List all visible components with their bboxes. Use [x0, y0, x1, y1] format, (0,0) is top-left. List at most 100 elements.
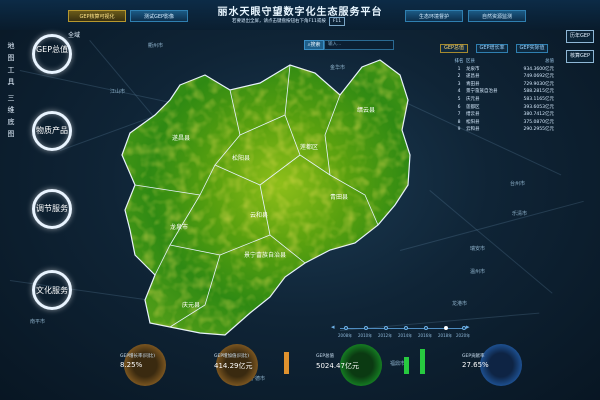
cell-total: 729.9030亿元	[523, 81, 554, 87]
lishui-map[interactable]	[110, 45, 420, 340]
city-label: 乐清市	[512, 211, 528, 217]
ranking-table: 排名 区县 总值 1 龙泉市 934.3600亿元 2 遂昌县 749.0692亿元 3…	[452, 58, 556, 134]
map-label[interactable]: 景宁畲族自治县	[244, 250, 286, 259]
regulating-services-label: 调节服务	[36, 204, 68, 213]
cell-rank: 9	[457, 127, 461, 133]
table-row[interactable]: 4 景宁畲族自治县 588.2815亿元	[452, 88, 556, 96]
history-gep-button[interactable]: 历年GEP	[566, 30, 594, 43]
city-label: 瑞安市	[470, 246, 486, 252]
gep-image-button[interactable]: 测试GEP影像	[130, 10, 188, 22]
map-label[interactable]: 青田县	[330, 192, 348, 201]
map-label[interactable]: 庆元县	[182, 300, 200, 309]
table-row[interactable]: 2 遂昌县 749.0692亿元	[452, 73, 556, 81]
fullscreen-notice: 若要退出全屏，请点击键盘按钮右下角F11或按 F11	[232, 17, 368, 27]
cell-total: 375.0870亿元	[523, 119, 554, 125]
stat-label: GEP增长率(同比)	[120, 354, 156, 359]
timeline-dot[interactable]	[364, 326, 368, 330]
mini-bar-chart-left	[282, 346, 298, 374]
cell-county: 青田县	[466, 81, 480, 87]
table-header: 排名 区县 总值	[452, 58, 556, 66]
notice-text: 若要退出全屏，请点击键盘按钮右下角F11或按	[232, 19, 326, 24]
cultural-services-label: 文化服务	[36, 286, 68, 295]
tab-char: 图	[7, 54, 15, 62]
timeline-next-icon[interactable]: ▸	[466, 323, 470, 331]
city-label: 龙港市	[452, 301, 468, 307]
cell-county: 缙云县	[466, 112, 480, 118]
stat-label: GEP贡献率	[462, 354, 485, 359]
timeline-dot-active[interactable]	[444, 326, 448, 330]
tab-char: 三	[7, 94, 15, 102]
tab-char: 地	[7, 42, 15, 50]
f11-key-button[interactable]: F11	[328, 17, 346, 26]
cell-rank: 7	[457, 112, 461, 118]
timeline-dot[interactable]	[344, 326, 348, 330]
search-input[interactable]: 输入...	[324, 40, 394, 50]
table-row[interactable]: 3 青田县 729.9030亿元	[452, 81, 556, 89]
cell-county: 庆元县	[466, 96, 480, 102]
timeline-dot[interactable]	[384, 326, 388, 330]
gep-total-label: GEP总值	[35, 45, 69, 54]
table-row[interactable]: 7 缙云县 380.7412亿元	[452, 111, 556, 119]
table-row[interactable]: 8 松阳县 375.0870亿元	[452, 119, 556, 127]
timeline-dot[interactable]	[462, 326, 466, 330]
eco-protection-button[interactable]: 生态环境督护	[405, 10, 463, 22]
tab-map-tools[interactable]: 地 图 工 具	[5, 40, 17, 88]
cell-rank: 6	[457, 104, 461, 110]
timeline-dot[interactable]	[424, 326, 428, 330]
tab-gep-total[interactable]: GEP总值	[440, 44, 468, 53]
map-label[interactable]: 松阳县	[232, 153, 250, 162]
timeline-dot[interactable]	[404, 326, 408, 330]
timeline-year: 2008年	[338, 333, 353, 338]
tab-char: 图	[7, 130, 15, 138]
map-label[interactable]: 缙云县	[357, 105, 375, 114]
timeline-prev-icon[interactable]: ◂	[331, 323, 335, 331]
stat-value: 27.65%	[462, 361, 489, 369]
stat-value: 8.25%	[120, 361, 143, 369]
stat-label: GEP增加值(同比)	[214, 354, 250, 359]
timeline-year: 2020年	[456, 333, 471, 338]
stat-value: 414.29亿元	[214, 362, 253, 370]
cell-county: 云和县	[466, 127, 480, 133]
header-total: 总值	[545, 59, 554, 64]
cell-county: 松阳县	[466, 119, 480, 125]
tab-gep-actual[interactable]: GEP实际值	[516, 44, 548, 53]
city-label: 台州市	[510, 181, 526, 187]
calculate-gep-button[interactable]: 核算GEP	[566, 50, 594, 63]
cell-total: 583.1165亿元	[523, 96, 554, 102]
table-row[interactable]: 6 莲都区 393.6053亿元	[452, 104, 556, 112]
tab-char: 维	[7, 106, 15, 114]
city-label: 温州市	[470, 269, 486, 275]
cell-rank: 5	[457, 96, 461, 102]
cell-rank: 1	[457, 66, 461, 72]
tab-char: 具	[7, 78, 15, 86]
cell-county: 遂昌县	[466, 74, 480, 80]
header-rank: 排名	[454, 59, 464, 64]
mini-bar	[404, 357, 409, 374]
gep-visualization-button[interactable]: GEP核算可视化	[68, 10, 126, 22]
table-row[interactable]: 1 龙泉市 934.3600亿元	[452, 66, 556, 74]
map-label[interactable]: 云和县	[250, 210, 268, 219]
stat-value: 5024.47亿元	[316, 362, 359, 370]
timeline-year: 2016年	[418, 333, 433, 338]
search-button-label: 搜索	[310, 42, 321, 48]
mini-bar	[420, 348, 425, 374]
table-row[interactable]: 5 庆元县 583.1165亿元	[452, 96, 556, 104]
cell-rank: 4	[457, 89, 461, 95]
cell-total: 749.0692亿元	[523, 74, 554, 80]
timeline-year: 2018年	[438, 333, 453, 338]
map-label[interactable]: 遂昌县	[172, 133, 190, 142]
mini-bar	[284, 351, 289, 374]
table-row[interactable]: 9 云和县 290.2955亿元	[452, 126, 556, 134]
timeline-year: 2010年	[358, 333, 373, 338]
map-label[interactable]: 莲都区	[300, 142, 318, 151]
tab-char: 工	[7, 66, 15, 74]
tab-3d-basemap[interactable]: 三 维 底 图	[5, 92, 17, 140]
cell-total: 934.3600亿元	[523, 66, 554, 72]
tab-gep-growth[interactable]: GEP增长率	[476, 44, 508, 53]
cell-county: 莲都区	[466, 104, 480, 110]
map-label[interactable]: 龙泉市	[170, 222, 188, 231]
cell-total: 588.2815亿元	[523, 89, 554, 95]
city-label: 南平市	[30, 319, 46, 325]
search-button[interactable]: ⌕搜索	[304, 40, 324, 50]
resource-monitor-button[interactable]: 自然资源监测	[468, 10, 526, 22]
